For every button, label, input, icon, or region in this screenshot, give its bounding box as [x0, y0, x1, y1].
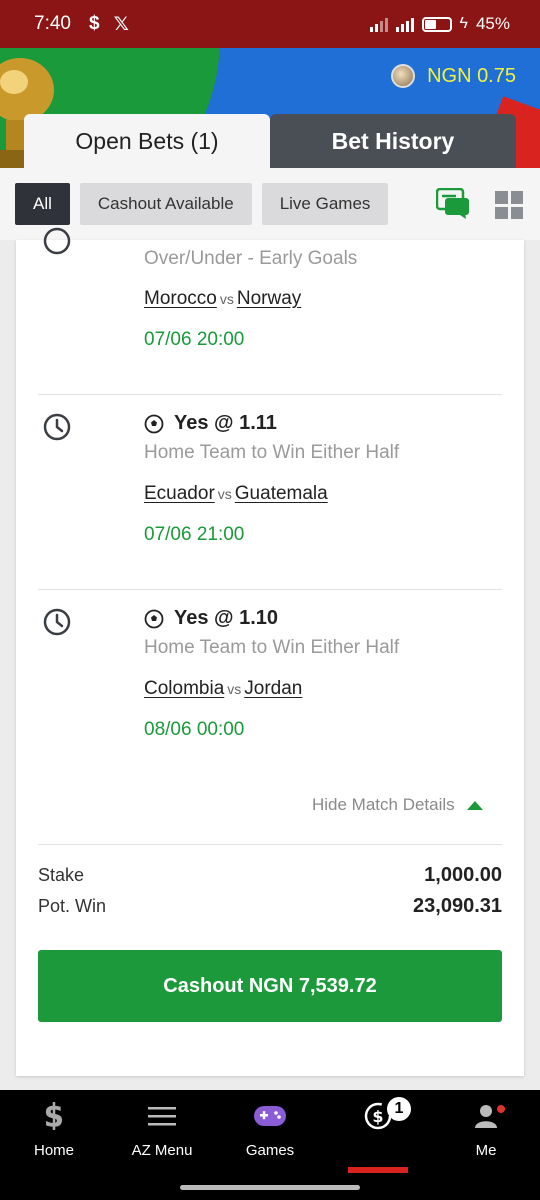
football-icon: [144, 609, 164, 628]
stake-label: Stake: [38, 865, 85, 885]
kickoff-time: 07/06 20:00: [144, 329, 245, 350]
tab-bet-history[interactable]: Bet History: [270, 114, 516, 168]
bet-card: Over/Under - Early Goals Morocco vs Norway…: [16, 227, 524, 1076]
filter-bar: All Cashout Available Live Games: [0, 168, 540, 240]
bets-tabs: Open Bets (1) Bet History: [24, 114, 516, 168]
signal-4g-icon: [395, 16, 414, 32]
pick-odds: Yes @ 1.10: [174, 607, 279, 629]
divider: [38, 589, 502, 590]
divider: [38, 394, 502, 395]
kickoff-time: 07/06 21:00: [144, 524, 245, 545]
vs-label: vs: [227, 681, 242, 697]
filter-all[interactable]: All: [15, 183, 70, 225]
vs-label: vs: [219, 291, 234, 307]
gamepad-icon: [254, 1106, 286, 1126]
potential-win-row: Pot. Win 23,090.31: [38, 895, 502, 918]
status-time: 7:40: [34, 13, 71, 34]
status-bar: 7:40 $ 𝕏 ϟ 45%: [0, 0, 540, 48]
tab-open-bets[interactable]: Open Bets (1): [24, 114, 270, 168]
bet-selection: Over/Under - Early Goals Morocco vs Norway…: [16, 227, 524, 390]
market-name: Home Team to Win Either Half: [144, 637, 400, 658]
match-teams[interactable]: Ecuador vs Guatemala: [144, 483, 328, 505]
nav-label: AZ Menu: [131, 1142, 193, 1159]
market-name: Home Team to Win Either Half: [144, 442, 400, 463]
nav-az-menu[interactable]: AZ Menu: [108, 1090, 216, 1174]
potential-win-value: 23,090.31: [413, 895, 502, 917]
clock-icon: [43, 413, 71, 441]
active-tab-indicator: [348, 1167, 408, 1173]
account-balance[interactable]: NGN 0.75: [391, 64, 516, 88]
filter-cashout-available[interactable]: Cashout Available: [79, 183, 252, 225]
away-team[interactable]: Norway: [237, 288, 301, 309]
svg-text:$: $: [372, 1107, 383, 1126]
battery-percent: 45%: [475, 14, 510, 33]
vs-label: vs: [217, 486, 232, 502]
nav-games[interactable]: Games: [216, 1090, 324, 1174]
nav-label: Home: [33, 1142, 74, 1159]
potential-win-label: Pot. Win: [38, 896, 107, 916]
sportybet-logo-icon: S: [44, 1101, 64, 1131]
cashout-button[interactable]: Cashout NGN 7,539.72: [38, 950, 502, 1022]
nav-label: Me: [475, 1142, 497, 1159]
football-icon: [144, 414, 164, 433]
nav-cashout[interactable]: $: [324, 1090, 432, 1174]
filter-live-games[interactable]: Live Games: [261, 183, 389, 225]
bet-selection: Yes @ 1.10 Home Team to Win Either Half …: [16, 607, 524, 767]
bet-pick: Yes @ 1.10: [144, 607, 278, 630]
notification-dot: [497, 1105, 505, 1113]
user-icon: [475, 1105, 497, 1128]
match-teams[interactable]: Morocco vs Norway: [144, 288, 301, 310]
bottom-navigation: S Home AZ Menu Games $ 1 Me: [0, 1090, 540, 1200]
x-notification-icon: 𝕏: [113, 13, 129, 35]
stake-value: 1,000.00: [424, 864, 502, 886]
pick-odds: Yes @ 1.11: [174, 412, 277, 434]
charging-icon: ϟ: [459, 15, 468, 32]
divider: [38, 844, 502, 845]
home-indicator[interactable]: [180, 1185, 360, 1190]
match-teams[interactable]: Colombia vs Jordan: [144, 678, 302, 700]
home-team[interactable]: Ecuador: [144, 483, 215, 504]
nav-label: Games: [245, 1142, 295, 1159]
kickoff-time: 08/06 00:00: [144, 719, 245, 740]
bet-selection: Yes @ 1.11 Home Team to Win Either Half …: [16, 412, 524, 572]
nav-home[interactable]: S Home: [0, 1090, 108, 1174]
hide-match-details-label: Hide Match Details: [312, 795, 455, 814]
bet-pick: Yes @ 1.11: [144, 412, 277, 435]
hamburger-menu-icon: [148, 1107, 176, 1126]
sportybet-notification-icon: $: [88, 13, 100, 34]
signal-icon: [369, 16, 388, 32]
clock-icon: [43, 608, 71, 636]
chevron-up-icon: [466, 800, 483, 810]
market-name: Over/Under - Early Goals: [144, 248, 358, 269]
grid-view-icon[interactable]: [495, 191, 523, 219]
nav-me[interactable]: Me: [432, 1090, 540, 1174]
cashout-count-badge: 1: [387, 1097, 411, 1121]
away-team[interactable]: Guatemala: [235, 483, 328, 504]
stake-row: Stake 1,000.00: [38, 864, 502, 887]
balance-amount: NGN 0.75: [427, 64, 516, 87]
avatar[interactable]: [391, 64, 416, 88]
away-team[interactable]: Jordan: [244, 678, 302, 699]
home-team[interactable]: Morocco: [144, 288, 217, 309]
hide-match-details-toggle[interactable]: Hide Match Details: [312, 795, 483, 815]
clock-icon: [43, 227, 71, 255]
battery-icon: [421, 16, 452, 32]
home-team[interactable]: Colombia: [144, 678, 224, 699]
chat-icon[interactable]: [436, 188, 470, 220]
